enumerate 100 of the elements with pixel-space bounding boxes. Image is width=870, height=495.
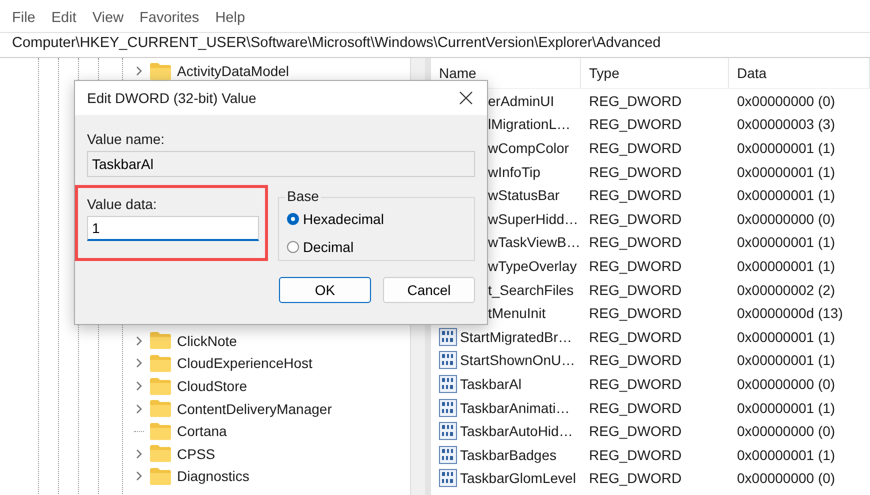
value-type: REG_DWORD [588,116,683,132]
value-data: 0x0000000d (13) [736,305,844,322]
value-type: REG_DWORD [588,328,683,345]
chevron-icon[interactable] [134,66,144,76]
value-name: t_SearchFiles [488,282,574,298]
value-type: REG_DWORD [588,140,683,156]
menu-item[interactable]: File [12,6,36,30]
field-label: Value data: [87,196,158,212]
binary-value-icon [439,374,457,393]
folder-icon [150,400,171,418]
group-label: Base [285,188,321,204]
value-data: 0x00000001 (1) [736,164,836,180]
binary-value-icon [439,351,457,370]
folder-icon [150,468,171,485]
value-name: TaskbarAnimati… [460,400,570,416]
tree-item[interactable]: CloudStore [177,378,248,394]
value-name: TaskbarGlomLevel [460,470,576,486]
value-name: wSuperHidd… [488,210,578,227]
value-name: wInfoTip [488,164,540,180]
value-type: REG_DWORD [588,258,683,274]
value-data: 0x00000001 (1) [736,258,836,274]
dialog-button[interactable]: OK [279,277,371,303]
value-type: REG_DWORD [588,400,683,416]
dialog-title: Edit DWORD (32-bit) Value [87,90,256,106]
value-type: REG_DWORD [588,376,683,392]
menu-item[interactable]: Edit [51,6,76,30]
value-data: 0x00000001 (1) [736,234,836,250]
value-type: REG_DWORD [588,305,683,322]
tree-item[interactable]: CPSS [177,446,216,462]
folder-icon [150,62,171,80]
value-data: 0x00000001 (1) [736,140,836,156]
value-data: 0x00000001 (1) [736,400,836,416]
value-type: REG_DWORD [588,446,683,463]
value-data: 0x00000002 (2) [736,282,836,298]
value-data: 0x00000000 (0) [736,470,836,486]
value-name: StartShownOnU… [460,352,576,368]
menu-item[interactable]: View [92,6,124,30]
value-type: REG_DWORD [588,187,683,204]
value-data-field[interactable]: 1 [87,216,259,241]
value-data: 0x00000001 (1) [736,328,836,345]
value-name: tMenuInit [488,305,546,322]
chevron-icon[interactable] [134,358,144,368]
folder-icon [150,422,171,440]
tree-item[interactable]: ClickNote [177,332,237,349]
folder-icon [150,354,171,372]
value-type: REG_DWORD [588,352,683,368]
folder-icon [150,378,171,395]
chevron-icon[interactable] [134,336,144,346]
value-data: 0x00000000 (0) [736,376,836,392]
field-label: Value name: [87,131,166,147]
radio-option[interactable]: Decimal [287,240,354,254]
chevron-icon[interactable] [134,448,144,459]
value-type: REG_DWORD [588,210,683,227]
value-name-field[interactable]: TaskbarAl [87,151,475,177]
radio-option[interactable]: Hexadecimal [287,212,384,226]
tree-item[interactable]: ActivityDataModel [177,63,290,80]
value-type: REG_DWORD [588,234,683,250]
value-name: lMigrationL… [488,116,570,132]
tree-item[interactable]: ContentDeliveryManager [177,400,332,417]
value-name: TaskbarAl [460,376,522,392]
value-data: 0x00000000 (0) [736,210,836,227]
value-type: REG_DWORD [588,470,683,486]
folder-icon [150,445,171,462]
value-type: REG_DWORD [588,92,683,109]
value-data: 0x00000003 (3) [736,116,836,132]
chevron-icon[interactable] [134,404,144,414]
value-data: 0x00000001 (1) [736,187,836,204]
chevron-icon[interactable] [134,471,144,482]
chevron-icon[interactable] [134,381,144,392]
value-name: wCompColor [488,140,569,156]
column-header[interactable]: Type [581,58,729,88]
value-data: 0x00000001 (1) [736,352,836,368]
tree-item[interactable]: Diagnostics [177,468,250,484]
menu-item[interactable]: Help [215,6,246,30]
value-type: REG_DWORD [588,423,683,440]
value-name: wStatusBar [488,187,560,204]
binary-value-icon [439,328,457,346]
value-name: wTypeOverlay [488,258,577,274]
binary-value-icon [439,469,457,488]
value-type: REG_DWORD [588,282,683,298]
value-name: StartMigratedBr… [460,328,572,345]
value-data: 0x00000000 (0) [736,92,836,109]
value-name: wTaskViewB… [488,234,580,250]
binary-value-icon [439,398,457,417]
tree-item[interactable]: Cortana [177,423,227,440]
close-icon[interactable] [459,91,473,105]
address-bar[interactable]: Computer\HKEY_CURRENT_USER\Software\Microsoft\Windows\CurrentVersion\Explorer\Advanced [0,32,870,58]
value-data: 0x00000001 (1) [736,446,836,463]
binary-value-icon [439,422,457,440]
value-type: REG_DWORD [588,164,683,180]
value-data: 0x00000000 (0) [736,423,836,440]
value-name: TaskbarBadges [460,446,557,463]
dialog-button[interactable]: Cancel [383,277,475,303]
binary-value-icon [439,446,457,464]
column-header[interactable]: Data [729,58,870,88]
value-name: erAdminUI [488,92,554,109]
folder-icon [150,332,171,350]
value-name: TaskbarAutoHid… [460,423,573,440]
tree-item[interactable]: CloudExperienceHost [177,355,312,372]
menu-item[interactable]: Favorites [140,6,200,30]
